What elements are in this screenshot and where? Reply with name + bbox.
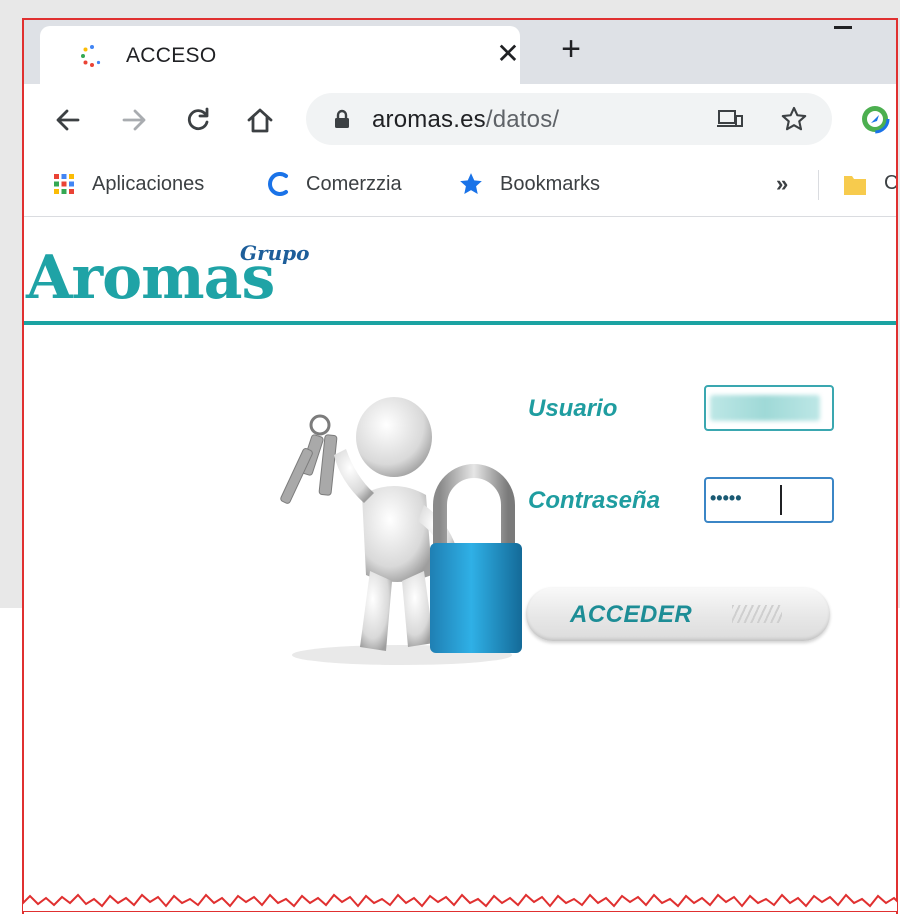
bookmark-bookmarks[interactable]: Bookmarks bbox=[458, 168, 600, 200]
username-value-redacted bbox=[710, 395, 820, 421]
bookmarks-bar: Aplicaciones Comerzzia Bookmarks » C bbox=[24, 154, 896, 217]
minimize-window-button[interactable] bbox=[834, 26, 852, 29]
screenshot-backdrop-lower bbox=[0, 608, 24, 912]
torn-edge-decoration bbox=[22, 893, 898, 912]
button-stripes-decoration bbox=[732, 605, 782, 623]
bookmark-comerzzia[interactable]: Comerzzia bbox=[266, 168, 402, 200]
forward-arrow-icon bbox=[122, 109, 146, 131]
logo-tagline: Grupo bbox=[240, 241, 310, 265]
folder-icon[interactable] bbox=[842, 172, 868, 198]
home-button[interactable] bbox=[242, 102, 278, 138]
tab-acceso[interactable]: ACCESO ✕ bbox=[40, 26, 520, 84]
bookmark-star-button[interactable] bbox=[780, 105, 808, 133]
extension-icon[interactable] bbox=[860, 104, 890, 134]
bookmark-label: Comerzzia bbox=[306, 172, 402, 195]
bookmark-label: Aplicaciones bbox=[92, 172, 205, 195]
back-arrow-icon bbox=[56, 109, 80, 131]
lock-icon[interactable] bbox=[330, 107, 354, 131]
star-outline-icon bbox=[781, 106, 807, 131]
tab-strip: ACCESO ✕ + bbox=[24, 20, 896, 84]
tab-close-button[interactable]: ✕ bbox=[492, 38, 524, 70]
password-input[interactable]: ••••• bbox=[704, 477, 834, 523]
bookmarks-overflow-button[interactable]: » bbox=[776, 168, 788, 200]
browser-window: ACCESO ✕ + aromas.es/datos/ Aplicaciones… bbox=[22, 18, 898, 914]
username-label: Usuario bbox=[528, 395, 618, 422]
url-host: aromas.es bbox=[372, 106, 486, 133]
tab-title: ACCESO bbox=[126, 44, 217, 67]
star-icon bbox=[458, 171, 484, 197]
cast-device-button[interactable] bbox=[716, 105, 744, 133]
loading-spinner-icon bbox=[81, 45, 101, 67]
apps-grid-icon bbox=[52, 172, 76, 196]
bookmarks-separator bbox=[818, 170, 819, 200]
home-icon bbox=[247, 108, 273, 133]
header-divider bbox=[24, 321, 896, 325]
bookmark-label: Bookmarks bbox=[500, 172, 601, 195]
reload-button[interactable] bbox=[180, 102, 216, 138]
text-caret bbox=[780, 485, 782, 515]
acceder-button[interactable]: ACCEDER bbox=[526, 587, 830, 641]
address-bar[interactable]: aromas.es/datos/ bbox=[306, 93, 832, 145]
url-text[interactable]: aromas.es/datos/ bbox=[372, 106, 559, 134]
browser-toolbar: aromas.es/datos/ bbox=[24, 84, 896, 154]
comerzzia-c-icon bbox=[266, 171, 290, 197]
bookmark-aplicaciones[interactable]: Aplicaciones bbox=[52, 168, 204, 200]
acceder-button-label: ACCEDER bbox=[570, 601, 693, 628]
username-input[interactable] bbox=[704, 385, 834, 431]
grupo-aromas-logo: Aromas Grupo bbox=[24, 227, 344, 323]
password-label: Contraseña bbox=[528, 487, 661, 514]
password-mask: ••••• bbox=[710, 488, 742, 508]
back-button[interactable] bbox=[50, 102, 86, 138]
new-tab-button[interactable]: + bbox=[554, 32, 588, 68]
bookmark-folder-label[interactable]: C bbox=[884, 172, 896, 195]
url-path: /datos/ bbox=[485, 106, 560, 133]
logo-wordmark: Aromas bbox=[26, 243, 275, 313]
page-content: Aromas Grupo Usuario Contraseña ••••• AC… bbox=[24, 217, 896, 914]
devices-icon bbox=[717, 110, 743, 127]
login-illustration bbox=[280, 397, 522, 665]
reload-icon bbox=[187, 107, 209, 131]
forward-button[interactable] bbox=[116, 102, 152, 138]
